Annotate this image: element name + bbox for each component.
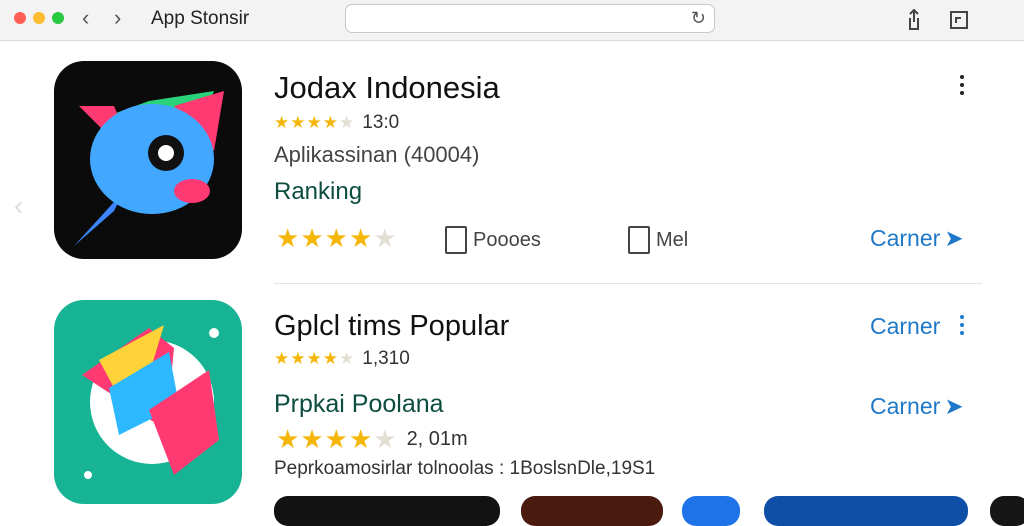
rating-stars-big: ★ ★ ★ ★ ★	[276, 424, 397, 455]
star-half-icon: ★	[339, 349, 355, 368]
star-icon: ★	[322, 349, 338, 368]
meta-item-pooes[interactable]: Poooes	[445, 226, 541, 254]
app-subtitle: Aplikassinan (40004)	[274, 142, 480, 167]
star-icon: ★	[306, 113, 322, 132]
star-half-icon: ★	[373, 424, 397, 454]
star-icon: ★	[274, 113, 290, 132]
maximize-window-button[interactable]	[52, 12, 64, 24]
tabs-icon[interactable]	[947, 8, 971, 32]
star-icon: ★	[300, 424, 324, 454]
reload-icon[interactable]: ↻	[691, 8, 706, 29]
app-icon-jodax[interactable]	[54, 61, 242, 259]
meta-label: Mel	[656, 228, 689, 251]
rating-count: 1,310	[362, 348, 410, 369]
more-icon[interactable]	[960, 75, 964, 95]
thumbnail[interactable]	[990, 496, 1024, 526]
meta-item-mel[interactable]: Mel	[628, 226, 688, 254]
send-icon: ➤	[944, 393, 964, 419]
rating-count: 13:0	[362, 112, 400, 133]
popular-rating: ★ ★ ★ ★ ★ 2, 01m	[276, 424, 468, 455]
get-button-label: Carner	[870, 393, 941, 419]
send-icon: ➤	[944, 225, 964, 251]
rating-summary-gplcl: ★ ★ ★ ★ ★ 1,310	[274, 348, 410, 370]
thumbnail[interactable]	[682, 496, 740, 526]
app-title-gplcl[interactable]: Gplcl tims Popular	[274, 310, 509, 343]
app-description: Peprkoamosirlar tolnoolas : 1BoslsnDle,1…	[274, 458, 656, 479]
chevron-left-icon[interactable]: ‹	[82, 6, 89, 30]
get-button[interactable]: Carner ➤	[870, 393, 964, 420]
star-icon: ★	[274, 349, 290, 368]
get-button-top[interactable]: Carner	[870, 313, 940, 340]
divider	[274, 283, 982, 284]
star-half-icon: ★	[373, 223, 397, 253]
get-button-label: Carner	[870, 225, 941, 251]
address-bar[interactable]: ↻	[345, 4, 715, 33]
more-icon[interactable]	[960, 315, 964, 335]
side-chevron-left-icon[interactable]: ‹	[14, 190, 23, 222]
rating-stars-small: ★ ★ ★ ★ ★	[274, 349, 354, 369]
meta-label: Poooes	[473, 228, 541, 251]
get-button[interactable]: Carner ➤	[870, 225, 964, 252]
title-bar: ‹ › App Stonsir ↻	[0, 0, 1024, 41]
star-icon: ★	[324, 424, 348, 454]
star-icon: ★	[300, 223, 324, 253]
rating-summary-jodax: ★ ★ ★ ★ ★ 13:0	[274, 112, 399, 134]
app-title-jodax[interactable]: Jodax Indonesia	[274, 70, 500, 106]
minimize-window-button[interactable]	[33, 12, 45, 24]
app-icon-gplcl[interactable]	[54, 300, 242, 504]
thumbnail[interactable]	[764, 496, 968, 526]
section-title-ranking: Ranking	[274, 178, 363, 205]
star-icon: ★	[276, 424, 300, 454]
thumbnail[interactable]	[274, 496, 500, 526]
star-icon: ★	[348, 223, 373, 253]
star-icon: ★	[290, 113, 306, 132]
rating-count: 2, 01m	[406, 428, 468, 450]
close-window-button[interactable]	[14, 12, 26, 24]
bookmark-icon	[628, 226, 650, 254]
star-icon: ★	[290, 349, 306, 368]
share-icon[interactable]	[902, 8, 926, 32]
rating-stars-big: ★ ★ ★ ★ ★	[276, 223, 397, 254]
window-title: App Stonsir	[151, 8, 250, 29]
star-icon: ★	[276, 223, 300, 253]
section-title-popular: Prpkai Poolana	[274, 390, 444, 418]
star-icon: ★	[306, 349, 322, 368]
document-icon	[445, 226, 467, 254]
star-icon: ★	[348, 424, 373, 454]
star-half-icon: ★	[339, 113, 355, 132]
thumbnail[interactable]	[521, 496, 663, 526]
star-icon: ★	[322, 113, 338, 132]
rating-stars-small: ★ ★ ★ ★ ★	[274, 113, 354, 133]
get-button-label: Carner	[870, 313, 941, 339]
chevron-right-icon[interactable]: ›	[114, 6, 121, 30]
ranking-stars: ★ ★ ★ ★ ★	[276, 223, 397, 254]
star-icon: ★	[324, 223, 348, 253]
